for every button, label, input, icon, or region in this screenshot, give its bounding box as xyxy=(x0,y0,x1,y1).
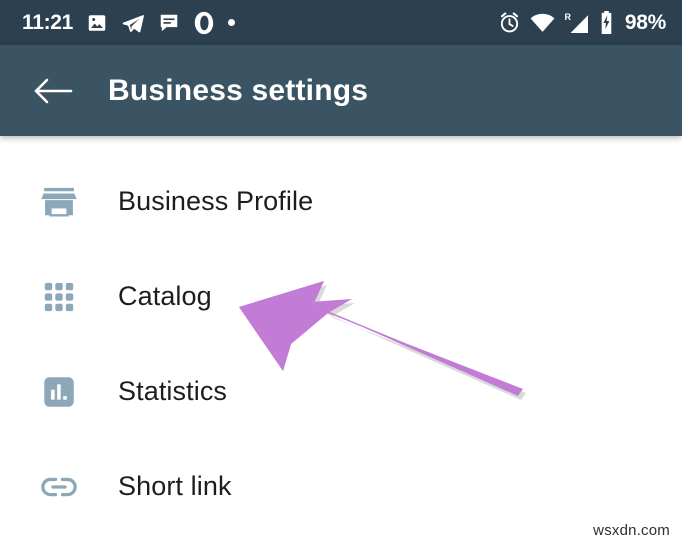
status-bar: 11:21 R 98% xyxy=(0,0,682,45)
status-bar-right: R 98% xyxy=(498,11,666,34)
list-item-short-link[interactable]: Short link xyxy=(0,439,682,534)
settings-list: Business Profile Catalog Statistics Shor… xyxy=(0,136,682,547)
list-item-catalog[interactable]: Catalog xyxy=(0,249,682,344)
link-chain-icon xyxy=(38,466,80,508)
photo-gallery-icon xyxy=(86,12,108,34)
site-watermark: wsxdn.com xyxy=(593,522,670,539)
more-notifications-dot-icon xyxy=(228,19,236,26)
messages-icon xyxy=(158,12,180,34)
telegram-icon xyxy=(121,12,145,34)
list-item-label: Short link xyxy=(118,471,232,501)
vodafone-icon xyxy=(193,11,215,35)
battery-charging-icon xyxy=(599,11,614,34)
back-arrow-icon xyxy=(34,78,73,103)
list-item-business-profile[interactable]: Business Profile xyxy=(0,154,682,249)
grid-apps-icon xyxy=(38,276,80,318)
list-item-statistics[interactable]: Statistics xyxy=(0,344,682,439)
status-bar-left: 11:21 xyxy=(22,11,498,35)
page-title: Business settings xyxy=(108,73,369,107)
battery-percent-label: 98% xyxy=(624,11,666,34)
list-item-label: Statistics xyxy=(118,376,228,406)
alarm-clock-icon xyxy=(498,11,521,34)
svg-text:R: R xyxy=(564,12,571,22)
wifi-icon xyxy=(530,13,555,33)
back-button[interactable] xyxy=(30,68,76,114)
storefront-icon xyxy=(38,181,80,223)
roaming-signal-icon: R xyxy=(564,12,590,34)
list-item-label: Catalog xyxy=(118,281,212,311)
app-bar: Business settings xyxy=(0,45,682,136)
status-bar-clock: 11:21 xyxy=(22,11,74,34)
bar-chart-icon xyxy=(38,371,80,413)
list-item-label: Business Profile xyxy=(118,186,314,216)
